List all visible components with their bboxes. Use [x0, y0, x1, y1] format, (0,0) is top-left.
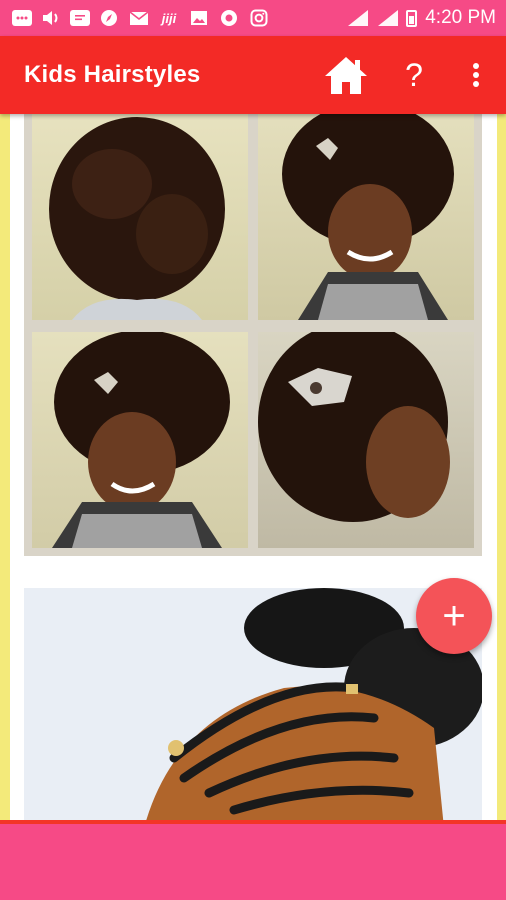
hairstyle-photo — [32, 114, 248, 320]
gallery-icon — [188, 9, 210, 27]
notification-icons: jiji — [0, 9, 270, 27]
hairstyle-card[interactable] — [24, 588, 482, 820]
volume-icon — [40, 9, 62, 27]
signal-icon — [376, 10, 399, 26]
home-button[interactable] — [320, 49, 372, 101]
jiji-icon: jiji — [161, 10, 177, 26]
add-fab-button[interactable]: + — [416, 578, 492, 654]
help-icon: ? — [405, 56, 423, 93]
signal-icon — [346, 10, 369, 26]
hairstyle-photo — [258, 114, 474, 320]
hairstyle-photo — [258, 332, 474, 548]
home-icon — [325, 57, 367, 94]
hairstyle-photo — [24, 588, 482, 820]
help-button[interactable]: ? — [394, 49, 434, 101]
clock: 4:20 PM — [425, 7, 496, 28]
hairstyle-photo — [32, 332, 248, 548]
app-bar-actions: ? — [320, 49, 506, 101]
hairstyle-feed[interactable] — [10, 114, 497, 820]
compass-icon — [98, 9, 120, 27]
mail-icon — [128, 9, 150, 27]
status-bar: jiji 4:20 PM — [0, 0, 506, 36]
overflow-menu-button[interactable] — [456, 49, 496, 101]
sms-icon — [70, 10, 90, 26]
instagram-icon — [248, 9, 270, 27]
hairstyle-card[interactable] — [24, 114, 482, 556]
app-title: Kids Hairstyles — [24, 61, 201, 88]
more-vert-icon — [473, 63, 479, 87]
system-icons: 4:20 PM — [346, 7, 506, 29]
bottom-banner — [0, 820, 506, 900]
plus-icon: + — [442, 593, 466, 638]
app-bar: Kids Hairstyles ? — [0, 36, 506, 114]
app-icon — [218, 9, 240, 27]
messages-icon — [12, 10, 32, 26]
battery-icon — [406, 9, 418, 27]
